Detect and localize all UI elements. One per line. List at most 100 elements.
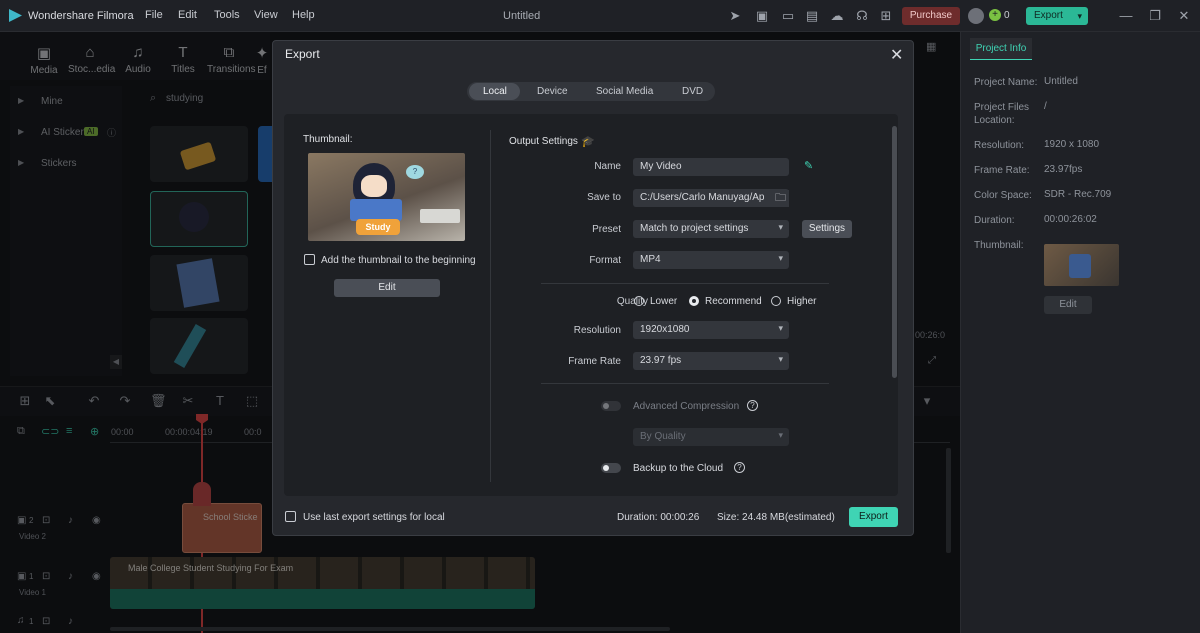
chevron-down-icon: ▾ [778, 253, 783, 263]
pi-thumbnail-image [1044, 244, 1119, 286]
preset-label: Preset [592, 224, 621, 235]
format-label: Format [589, 255, 621, 266]
quality-recommend-label: Recommend [705, 296, 762, 307]
pi-value-location: / [1044, 101, 1047, 112]
thumbnail-speech-bubble: ? [406, 165, 424, 179]
preset-select[interactable]: Match to project settings ▾ [633, 220, 789, 238]
thumbnail-laptop [420, 209, 460, 223]
backup-cloud-label: Backup to the Cloud [633, 463, 724, 474]
top-export-button[interactable]: Export ▾ [1026, 7, 1088, 25]
pi-edit-button[interactable]: Edit [1044, 296, 1092, 314]
quality-higher-label: Higher [787, 296, 817, 307]
pi-value-resolution: 1920 x 1080 [1044, 139, 1100, 150]
chevron-down-icon: ▾ [778, 430, 783, 440]
close-window-icon[interactable]: ✕ [1176, 8, 1192, 24]
framerate-value: 23.97 fps [640, 355, 682, 366]
tab-project-info[interactable]: Project Info [970, 38, 1032, 60]
menu-edit[interactable]: Edit [178, 9, 197, 21]
by-quality-value: By Quality [640, 431, 686, 442]
pi-label-location: Project Files Location: [974, 102, 1030, 126]
thumbnail-edit-button[interactable]: Edit [334, 279, 440, 297]
preset-settings-button[interactable]: Settings [802, 220, 852, 238]
framerate-select[interactable]: 23.97 fps ▾ [633, 352, 789, 370]
close-icon[interactable]: ✕ [890, 45, 903, 65]
add-thumbnail-label: Add the thumbnail to the beginning [321, 255, 476, 266]
resolution-label: Resolution [573, 325, 621, 336]
cloud-icon[interactable]: ☁ [829, 8, 845, 24]
purchase-button[interactable]: Purchase [902, 7, 960, 25]
framerate-label: Frame Rate [568, 356, 621, 367]
send-icon[interactable]: ➤ [727, 8, 743, 24]
tab-social-media[interactable]: Social Media [596, 86, 653, 97]
thumbnail-heading: Thumbnail: [303, 134, 353, 145]
export-duration: Duration: 00:00:26 [617, 512, 700, 523]
pi-label-framerate: Frame Rate: [974, 165, 1030, 176]
tab-label: Project Info [975, 43, 1027, 54]
restore-icon[interactable]: ❐ [1147, 8, 1163, 24]
filmora-logo-icon [9, 9, 22, 22]
graduation-cap-icon[interactable]: 🎓 [581, 135, 595, 148]
format-select[interactable]: MP4 ▾ [633, 251, 789, 269]
media-library-icon[interactable]: ▣ [754, 8, 770, 24]
pi-label-name: Project Name: [974, 77, 1038, 88]
credits-plus-icon: + [989, 9, 1001, 21]
use-last-settings-label: Use last export settings for local [303, 512, 445, 523]
preset-value: Match to project settings [640, 223, 749, 234]
chevron-down-icon: ▾ [778, 222, 783, 232]
folder-icon[interactable]: 🗀 [772, 190, 789, 207]
menu-view[interactable]: View [254, 9, 278, 21]
quality-lower-radio[interactable] [634, 296, 644, 306]
menu-help[interactable]: Help [292, 9, 315, 21]
save-icon[interactable]: ▤ [804, 8, 820, 24]
pi-value-framerate: 23.97fps [1044, 164, 1083, 175]
pi-label-thumbnail: Thumbnail: [974, 240, 1024, 251]
screen-icon[interactable]: ▭ [780, 8, 796, 24]
resolution-select[interactable]: 1920x1080 ▾ [633, 321, 789, 339]
advanced-compression-toggle[interactable] [601, 401, 621, 411]
save-to-input[interactable]: C:/Users/Carlo Manuyag/Ap [633, 189, 789, 207]
resolution-value: 1920x1080 [640, 324, 690, 335]
pi-value-name: Untitled [1044, 76, 1078, 87]
toggle-knob [603, 403, 609, 409]
name-input[interactable]: My Video [633, 158, 789, 176]
quality-recommend-radio[interactable] [689, 296, 699, 306]
menu-file[interactable]: File [145, 9, 163, 21]
dialog-title: Export [285, 47, 320, 61]
chevron-down-icon: ▾ [778, 354, 783, 364]
help-icon[interactable]: ? [734, 462, 745, 473]
headset-icon[interactable]: ☊ [854, 8, 870, 24]
section-divider [541, 383, 829, 384]
title-bar: Wondershare Filmora File Edit Tools View… [0, 0, 1200, 32]
thumbnail-girl-face [361, 175, 387, 197]
grid-icon[interactable]: ⊞ [878, 8, 894, 24]
settings-scrollbar[interactable] [892, 126, 897, 378]
tab-dvd[interactable]: DVD [682, 86, 703, 97]
help-icon[interactable]: ? [747, 400, 758, 411]
pi-label-colorspace: Color Space: [974, 190, 1032, 201]
thumbnail-study-banner: Study [356, 219, 400, 235]
tab-device[interactable]: Device [537, 86, 568, 97]
top-export-label: Export [1034, 10, 1063, 21]
document-title: Untitled [503, 10, 541, 22]
save-to-label: Save to [587, 192, 621, 203]
quality-higher-radio[interactable] [771, 296, 781, 306]
by-quality-select: By Quality ▾ [633, 428, 789, 446]
avatar[interactable] [968, 8, 984, 24]
pi-thumbnail-figure [1069, 254, 1091, 278]
advanced-compression-label: Advanced Compression [633, 401, 740, 412]
minimize-icon[interactable]: — [1118, 8, 1134, 24]
output-settings-heading: Output Settings [509, 136, 578, 147]
format-value: MP4 [640, 254, 661, 265]
backup-cloud-toggle[interactable] [601, 463, 621, 473]
chevron-down-icon: ▾ [778, 323, 783, 333]
tab-local[interactable]: Local [483, 86, 507, 97]
pi-value-colorspace: SDR - Rec.709 [1044, 189, 1112, 200]
name-label: Name [594, 161, 621, 172]
use-last-settings-checkbox[interactable] [285, 511, 296, 522]
add-thumbnail-checkbox[interactable] [304, 254, 315, 265]
menu-tools[interactable]: Tools [214, 9, 240, 21]
export-button[interactable]: Export [849, 507, 898, 527]
ai-name-icon[interactable]: ✎ [804, 159, 813, 172]
export-size: Size: 24.48 MB(estimated) [717, 512, 835, 523]
quality-lower-label: Lower [650, 296, 678, 307]
